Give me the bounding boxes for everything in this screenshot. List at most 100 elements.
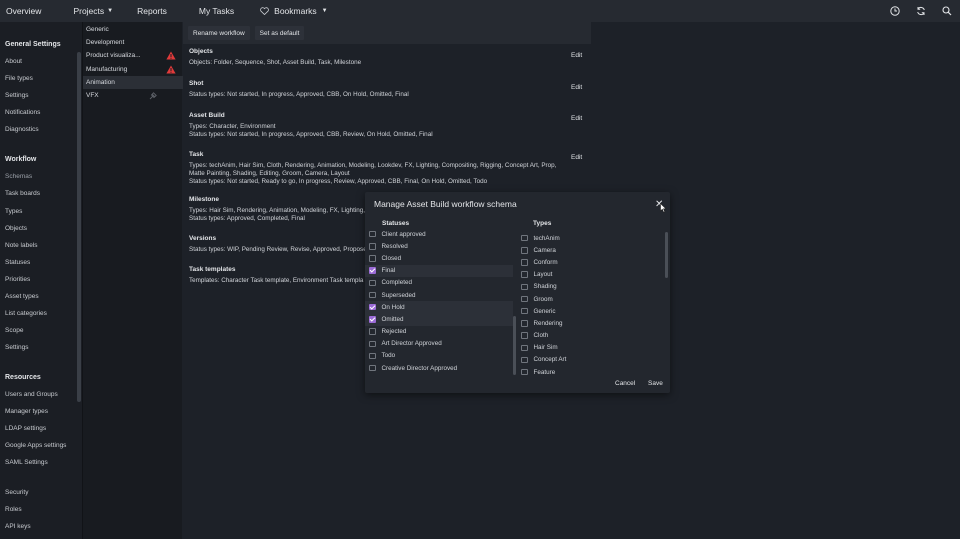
type-checkbox[interactable] bbox=[521, 283, 528, 291]
sidebar-item-roles[interactable]: Roles bbox=[5, 506, 22, 513]
section-asset-build: Asset Build Types: Character, Environmen… bbox=[189, 112, 433, 139]
sidebar-item-list-categories[interactable]: List categories bbox=[5, 310, 47, 317]
save-button[interactable]: Save bbox=[648, 380, 663, 387]
sidebar-item-asset-types[interactable]: Asset types bbox=[5, 293, 39, 300]
sidebar-item-workflow-settings[interactable]: Settings bbox=[5, 344, 29, 351]
status-option[interactable]: Completed bbox=[365, 277, 513, 289]
type-checkbox[interactable] bbox=[521, 234, 528, 242]
status-option[interactable]: Client approved bbox=[365, 228, 513, 240]
sidebar-item-manager-types[interactable]: Manager types bbox=[5, 408, 48, 415]
sidebar-item-task-boards[interactable]: Task boards bbox=[5, 190, 40, 197]
sidebar-item-objects[interactable]: Objects bbox=[5, 225, 27, 232]
schema-item-product-visualization[interactable]: Product visualiza... bbox=[83, 49, 183, 62]
sidebar-item-priorities[interactable]: Priorities bbox=[5, 276, 30, 283]
search-icon[interactable] bbox=[940, 4, 954, 18]
type-option[interactable]: Rendering bbox=[517, 317, 664, 329]
sidebar-item-settings[interactable]: Settings bbox=[5, 92, 29, 99]
type-option[interactable]: Layout bbox=[517, 269, 664, 281]
status-checkbox[interactable] bbox=[369, 243, 376, 250]
schema-item-animation[interactable]: Animation bbox=[83, 76, 183, 89]
status-option[interactable]: Art Director Approved bbox=[365, 338, 513, 350]
edit-task-button[interactable]: Edit bbox=[571, 154, 582, 161]
statuses-scrollbar[interactable] bbox=[513, 316, 516, 375]
sidebar-scrollbar[interactable] bbox=[77, 52, 81, 402]
sidebar-item-statuses[interactable]: Statuses bbox=[5, 259, 30, 266]
sidebar-item-ldap[interactable]: LDAP settings bbox=[5, 425, 46, 432]
type-option[interactable]: Conform bbox=[517, 256, 664, 268]
section-title: Asset Build bbox=[189, 112, 225, 119]
status-checkbox[interactable] bbox=[369, 340, 376, 348]
sidebar-item-note-labels[interactable]: Note labels bbox=[5, 242, 38, 249]
status-option[interactable]: Superseded bbox=[365, 289, 513, 301]
status-checkbox[interactable] bbox=[369, 328, 376, 335]
status-option[interactable]: Closed bbox=[365, 252, 513, 264]
type-option[interactable]: Generic bbox=[517, 305, 664, 317]
nav-reports[interactable]: Reports bbox=[137, 6, 167, 16]
status-checkbox[interactable] bbox=[369, 267, 376, 274]
sync-icon[interactable] bbox=[914, 4, 928, 18]
sidebar-item-schemas[interactable]: Schemas bbox=[5, 173, 32, 180]
nav-bookmarks[interactable]: Bookmarks ▼ bbox=[260, 6, 328, 16]
edit-asset-build-button[interactable]: Edit bbox=[571, 115, 582, 122]
type-checkbox[interactable] bbox=[521, 356, 528, 364]
schema-item-generic[interactable]: Generic bbox=[83, 23, 183, 36]
types-scrollbar[interactable] bbox=[665, 232, 668, 278]
type-checkbox[interactable] bbox=[521, 344, 528, 352]
nav-projects[interactable]: Projects ▼ bbox=[73, 6, 113, 16]
sidebar-item-api-keys[interactable]: API keys bbox=[5, 523, 31, 530]
type-option[interactable]: Cloth bbox=[517, 330, 664, 342]
sidebar-item-diagnostics[interactable]: Diagnostics bbox=[5, 126, 39, 133]
sidebar-item-scope[interactable]: Scope bbox=[5, 327, 23, 334]
type-checkbox[interactable] bbox=[521, 368, 528, 376]
type-checkbox[interactable] bbox=[521, 320, 528, 327]
type-option[interactable]: techAnim bbox=[517, 232, 664, 244]
schema-item-development[interactable]: Development bbox=[83, 36, 183, 49]
type-option[interactable]: Hair Sim bbox=[517, 342, 664, 354]
type-option[interactable]: Feature bbox=[517, 366, 664, 378]
schema-item-manufacturing[interactable]: Manufacturing bbox=[83, 63, 183, 76]
status-option[interactable]: Resolved bbox=[365, 240, 513, 252]
status-option[interactable]: Todo bbox=[365, 350, 513, 362]
type-option[interactable]: Concept Art bbox=[517, 354, 664, 366]
edit-objects-button[interactable]: Edit bbox=[571, 52, 582, 59]
status-checkbox[interactable] bbox=[369, 352, 376, 360]
status-checkbox[interactable] bbox=[369, 303, 376, 311]
clock-icon[interactable] bbox=[888, 4, 902, 18]
sidebar-item-saml[interactable]: SAML Settings bbox=[5, 459, 48, 466]
type-checkbox[interactable] bbox=[521, 307, 528, 315]
type-checkbox[interactable] bbox=[521, 295, 528, 303]
type-checkbox[interactable] bbox=[521, 271, 528, 278]
status-option[interactable]: Rejected bbox=[365, 326, 513, 338]
status-option[interactable]: On Hold bbox=[365, 301, 513, 314]
sidebar-item-security[interactable]: Security bbox=[5, 489, 28, 496]
status-checkbox[interactable] bbox=[369, 364, 376, 372]
nav-overview[interactable]: Overview bbox=[6, 6, 41, 16]
status-checkbox[interactable] bbox=[369, 255, 376, 262]
status-option[interactable]: Creative Director Approved bbox=[365, 362, 513, 374]
status-checkbox[interactable] bbox=[369, 291, 376, 299]
status-checkbox[interactable] bbox=[369, 316, 376, 323]
type-checkbox[interactable] bbox=[521, 247, 528, 254]
type-option[interactable]: Groom bbox=[517, 293, 664, 305]
status-checkbox[interactable] bbox=[369, 230, 376, 238]
edit-shot-button[interactable]: Edit bbox=[571, 84, 582, 91]
type-option[interactable]: Camera bbox=[517, 244, 664, 256]
schema-item-vfx[interactable]: VFX bbox=[83, 89, 183, 102]
status-option[interactable]: Final bbox=[365, 264, 513, 277]
sidebar-item-types[interactable]: Types bbox=[5, 208, 22, 215]
cancel-button[interactable]: Cancel bbox=[615, 380, 635, 387]
type-checkbox[interactable] bbox=[521, 332, 528, 339]
set-default-button[interactable]: Set as default bbox=[254, 26, 305, 40]
type-checkbox[interactable] bbox=[521, 259, 528, 266]
status-checkbox[interactable] bbox=[369, 279, 376, 287]
top-nav-bar: Overview Projects ▼ Reports My Tasks Book… bbox=[0, 0, 960, 22]
type-option[interactable]: Shading bbox=[517, 281, 664, 293]
sidebar-item-google-apps[interactable]: Google Apps settings bbox=[5, 442, 66, 449]
rename-workflow-button[interactable]: Rename workflow bbox=[188, 26, 250, 40]
status-option[interactable]: Omitted bbox=[365, 313, 513, 326]
sidebar-item-about[interactable]: About bbox=[5, 58, 22, 65]
sidebar-item-users-groups[interactable]: Users and Groups bbox=[5, 391, 58, 398]
sidebar-item-notifications[interactable]: Notifications bbox=[5, 109, 40, 116]
nav-my-tasks[interactable]: My Tasks bbox=[199, 6, 234, 16]
sidebar-item-file-types[interactable]: File types bbox=[5, 75, 33, 82]
